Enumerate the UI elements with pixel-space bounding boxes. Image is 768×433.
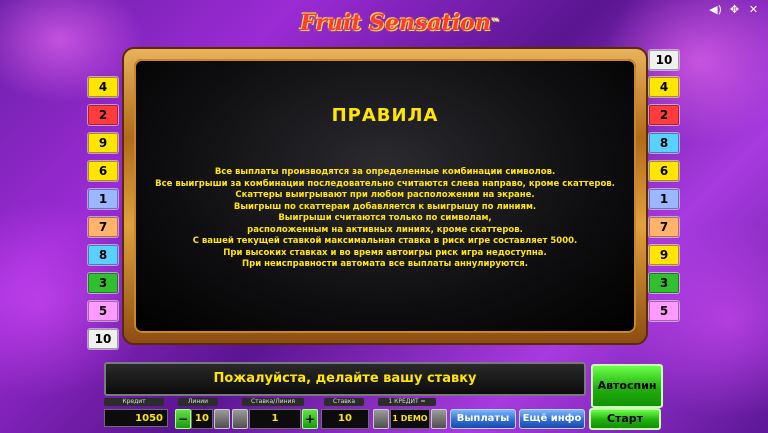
rules-line: Все выплаты производятся за определенные…: [214, 167, 556, 177]
rules-line: Все выигрыши за комбинации последователь…: [155, 178, 615, 189]
close-icon[interactable]: ✕: [747, 3, 760, 16]
line-badge-left[interactable]: 2: [88, 105, 118, 125]
line-badge-right[interactable]: 2: [649, 105, 679, 125]
message-bar: Пожалуйста, делайте вашу ставку: [104, 362, 586, 396]
line-badge-right[interactable]: 7: [649, 217, 679, 237]
bet-per-line-value: 1: [249, 409, 301, 429]
more-info-button[interactable]: Ещё инфо: [519, 409, 585, 429]
credit-value: 1050: [104, 409, 168, 427]
line-badge-left[interactable]: 4: [88, 77, 118, 97]
autospin-button[interactable]: Автоспин: [591, 364, 663, 408]
total-bet-label: Ставка: [324, 398, 364, 406]
rules-text: Все выплаты производятся за определенные…: [134, 167, 636, 271]
lines-label: Линии: [178, 398, 218, 406]
rules-line: Выигрыши считаются только по символам,: [278, 213, 492, 223]
logo-text: Fruit Sensation: [300, 10, 491, 36]
rules-line: Скаттеры выигрывают при любом расположен…: [235, 190, 535, 200]
credit-label: Кредит: [104, 398, 164, 406]
line-badge-left[interactable]: 9: [88, 133, 118, 153]
lines-minus-button[interactable]: −: [175, 409, 191, 429]
line-badge-right[interactable]: 5: [649, 301, 679, 321]
bet-plus-button[interactable]: +: [302, 409, 318, 429]
bet-per-line-label: Ставка/Линия: [242, 398, 304, 406]
line-badge-right[interactable]: 8: [649, 133, 679, 153]
denom-plus-button[interactable]: [431, 409, 447, 429]
line-badge-left[interactable]: 7: [88, 217, 118, 237]
line-badge-right[interactable]: 6: [649, 161, 679, 181]
bet-minus-button[interactable]: [232, 409, 248, 429]
rules-line: При высоких ставках и во время автоигры …: [223, 247, 547, 258]
line-badge-right[interactable]: 1: [649, 189, 679, 209]
rules-line: расположенным на активных линиях, кроме …: [247, 224, 523, 235]
credit-denom-label: 1 КРЕДИТ =: [378, 398, 436, 406]
denom-minus-button[interactable]: [373, 409, 389, 429]
line-badge-left[interactable]: 3: [88, 273, 118, 293]
line-badge-right[interactable]: 3: [649, 273, 679, 293]
line-badge-left[interactable]: 8: [88, 245, 118, 265]
line-badge-left[interactable]: 5: [88, 301, 118, 321]
line-badge-left[interactable]: 6: [88, 161, 118, 181]
rules-panel: ПРАВИЛА Все выплаты производятся за опре…: [134, 59, 636, 333]
rules-line: При неисправности автомата все выплаты а…: [242, 259, 528, 269]
lines-plus-button[interactable]: [214, 409, 230, 429]
line-badge-left[interactable]: 1: [88, 189, 118, 209]
line-badge-right[interactable]: 4: [649, 77, 679, 97]
rules-frame: ПРАВИЛА Все выплаты производятся за опре…: [124, 49, 646, 343]
line-badge-right[interactable]: 9: [649, 245, 679, 265]
rules-line: Выигрыш по скаттерам добавляется к выигр…: [233, 201, 537, 212]
denom-value: 1 DEMO: [390, 409, 430, 429]
lines-value: 10: [191, 409, 213, 429]
line-badge-right[interactable]: 10: [649, 50, 679, 70]
window-controls: ◀) ✥ ✕: [709, 3, 760, 16]
move-icon[interactable]: ✥: [728, 3, 741, 16]
payouts-button[interactable]: Выплаты: [450, 409, 516, 429]
total-bet-value: 10: [321, 409, 369, 429]
sound-icon[interactable]: ◀): [709, 3, 722, 16]
rules-title: ПРАВИЛА: [331, 105, 439, 126]
trademark: ™: [490, 18, 500, 28]
start-button[interactable]: Старт: [589, 408, 661, 430]
rules-line: С вашей текущей ставкой максимальная ста…: [192, 236, 578, 246]
game-logo: Fruit Sensation™: [300, 6, 500, 40]
line-badge-left[interactable]: 10: [88, 329, 118, 349]
